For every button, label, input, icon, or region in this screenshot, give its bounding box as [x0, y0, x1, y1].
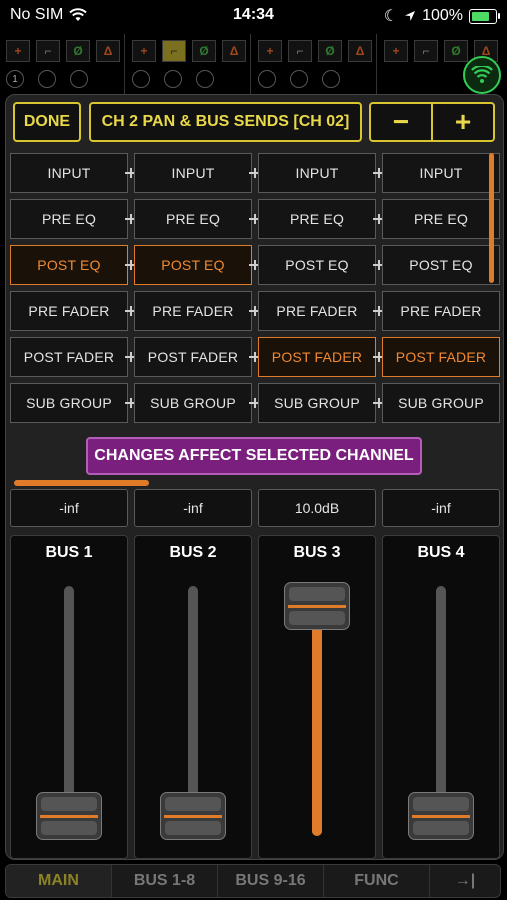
bus-send-level-readout[interactable]: -inf	[382, 489, 500, 527]
bus-send-level-readout[interactable]: 10.0dB	[258, 489, 376, 527]
minus-button[interactable]: −	[371, 104, 431, 140]
bus-label: BUS 4	[417, 544, 465, 561]
phase-icon[interactable]: Ø	[318, 40, 342, 62]
panel-toolbar: DONE CH 2 PAN & BUS SENDS [CH 02] − +	[6, 95, 503, 151]
send-point-button[interactable]: PRE FADER	[134, 291, 252, 331]
bus-label: BUS 2	[169, 544, 217, 561]
send-point-button[interactable]: POST FADER	[258, 337, 376, 377]
vertical-scrollbar[interactable]	[489, 153, 494, 283]
bus-fader-strip: BUS 2	[134, 535, 252, 859]
round-button[interactable]	[164, 70, 182, 88]
send-point-button[interactable]: POST EQ	[10, 245, 128, 285]
bus-label: BUS 1	[45, 544, 93, 561]
status-right: ☾ 100%	[383, 6, 500, 26]
fader-knob[interactable]	[284, 582, 350, 630]
send-point-row: INPUT INPUT INPUT INPUT	[6, 153, 503, 195]
phase-icon[interactable]: Ø	[66, 40, 90, 62]
send-point-button[interactable]: INPUT	[134, 153, 252, 193]
send-point-button[interactable]: SUB GROUP	[10, 383, 128, 423]
plus-icon[interactable]: +	[132, 40, 156, 62]
phase-icon[interactable]: Ø	[444, 40, 468, 62]
send-point-button[interactable]: POST FADER	[134, 337, 252, 377]
location-arrow-icon	[405, 11, 416, 21]
tab-collapse[interactable]: →|	[430, 865, 500, 897]
background-mixer-strips: + ⌐ Ø Δ 1 + ⌐ Ø Δ + ⌐ Ø Δ + ⌐ Ø Δ	[0, 34, 507, 94]
wifi-icon	[471, 66, 493, 83]
send-point-row: POST EQ POST EQ POST EQ POST EQ	[6, 245, 503, 287]
battery-percent: 100%	[422, 7, 463, 24]
round-button[interactable]	[38, 70, 56, 88]
plus-button[interactable]: +	[433, 104, 493, 140]
round-button[interactable]	[322, 70, 340, 88]
send-point-button[interactable]: POST EQ	[258, 245, 376, 285]
moon-icon: ☾	[383, 8, 399, 25]
fader-knob[interactable]	[408, 792, 474, 840]
send-point-button[interactable]: PRE EQ	[10, 199, 128, 239]
bus-fader-strip: BUS 4	[382, 535, 500, 859]
send-point-button[interactable]: SUB GROUP	[382, 383, 500, 423]
curve-icon[interactable]: ⌐	[288, 40, 312, 62]
round-button[interactable]	[290, 70, 308, 88]
bg-channel-strip: + ⌐ Ø Δ	[126, 34, 251, 94]
bus-label: BUS 3	[293, 544, 341, 561]
send-point-button[interactable]: PRE EQ	[134, 199, 252, 239]
send-point-button[interactable]: PRE EQ	[382, 199, 500, 239]
round-button[interactable]	[258, 70, 276, 88]
status-bar: No SIM 14:34 ☾ 100%	[0, 0, 507, 32]
send-point-button[interactable]: POST FADER	[10, 337, 128, 377]
tab-main[interactable]: MAIN	[6, 865, 112, 897]
tab-bus-9-16[interactable]: BUS 9-16	[218, 865, 324, 897]
bus-fader-strip: BUS 1	[10, 535, 128, 859]
round-button[interactable]	[132, 70, 150, 88]
done-button[interactable]: DONE	[13, 102, 81, 142]
fader-level-fill	[312, 606, 322, 836]
send-point-button[interactable]: SUB GROUP	[258, 383, 376, 423]
send-point-button[interactable]: INPUT	[258, 153, 376, 193]
panel-title: CH 2 PAN & BUS SENDS [CH 02]	[89, 102, 362, 142]
bottom-tab-bar: MAIN BUS 1-8 BUS 9-16 FUNC →|	[5, 864, 501, 898]
round-button[interactable]	[70, 70, 88, 88]
channel-number-badge[interactable]: 1	[6, 70, 24, 88]
send-point-button[interactable]: PRE FADER	[10, 291, 128, 331]
curve-icon[interactable]: ⌐	[36, 40, 60, 62]
send-point-button[interactable]: PRE EQ	[258, 199, 376, 239]
bus-send-level-readout[interactable]: -inf	[10, 489, 128, 527]
plus-icon[interactable]: +	[384, 40, 408, 62]
send-point-row: SUB GROUP SUB GROUP SUB GROUP SUB GROUP	[6, 383, 503, 425]
curve-icon[interactable]: ⌐	[414, 40, 438, 62]
send-point-button[interactable]: PRE FADER	[382, 291, 500, 331]
pan-bus-sends-panel: DONE CH 2 PAN & BUS SENDS [CH 02] − + IN…	[5, 94, 504, 860]
send-point-row: POST FADER POST FADER POST FADER POST FADER	[6, 337, 503, 379]
send-point-button[interactable]: INPUT	[10, 153, 128, 193]
delta-icon[interactable]: Δ	[222, 40, 246, 62]
phase-icon[interactable]: Ø	[192, 40, 216, 62]
tab-func[interactable]: FUNC	[324, 865, 430, 897]
bg-channel-strip: + ⌐ Ø Δ	[252, 34, 377, 94]
send-point-row: PRE EQ PRE EQ PRE EQ PRE EQ	[6, 199, 503, 241]
plus-icon[interactable]: +	[258, 40, 282, 62]
send-point-button[interactable]: POST EQ	[134, 245, 252, 285]
network-status-button[interactable]	[463, 56, 501, 94]
delta-icon[interactable]: Δ	[348, 40, 372, 62]
fader-knob[interactable]	[36, 792, 102, 840]
send-point-button[interactable]: POST EQ	[382, 245, 500, 285]
send-point-button[interactable]: POST FADER	[382, 337, 500, 377]
selected-channel-notice: CHANGES AFFECT SELECTED CHANNEL	[86, 437, 422, 475]
round-button[interactable]	[196, 70, 214, 88]
curve-icon[interactable]: ⌐	[162, 40, 186, 62]
channel-stepper: − +	[369, 102, 495, 142]
send-point-button[interactable]: INPUT	[382, 153, 500, 193]
send-point-button[interactable]: PRE FADER	[258, 291, 376, 331]
bus-send-level-readout[interactable]: -inf	[134, 489, 252, 527]
plus-icon[interactable]: +	[6, 40, 30, 62]
send-point-button[interactable]: SUB GROUP	[134, 383, 252, 423]
bus-fader-strip: BUS 3	[258, 535, 376, 859]
fader-knob[interactable]	[160, 792, 226, 840]
bg-channel-strip: + ⌐ Ø Δ 1	[0, 34, 125, 94]
delta-icon[interactable]: Δ	[96, 40, 120, 62]
horizontal-scrollbar[interactable]	[14, 480, 149, 486]
tab-bus-1-8[interactable]: BUS 1-8	[112, 865, 218, 897]
send-point-row: PRE FADER PRE FADER PRE FADER PRE FADER	[6, 291, 503, 333]
battery-icon	[469, 8, 500, 24]
